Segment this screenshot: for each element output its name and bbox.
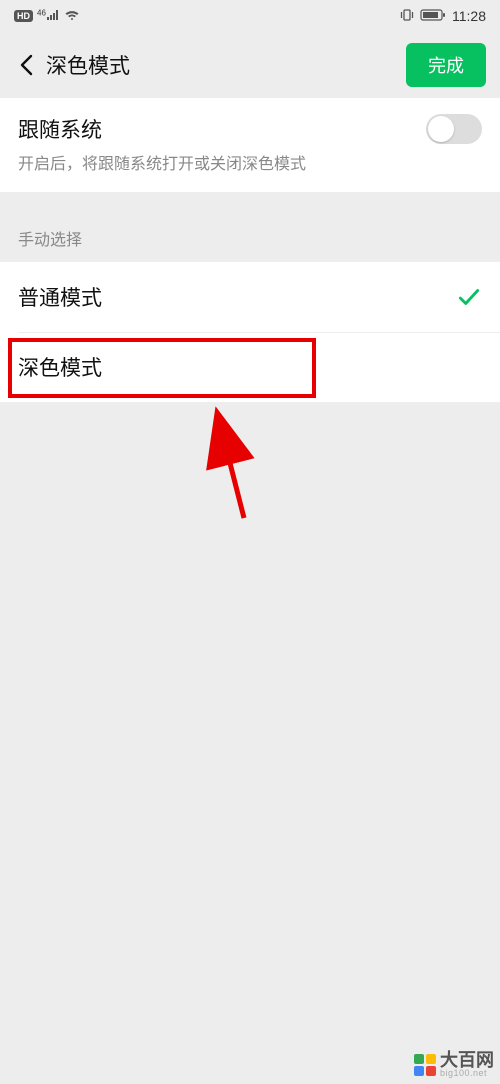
toggle-knob — [428, 116, 454, 142]
check-icon — [456, 284, 482, 310]
manual-select-label: 手动选择 — [0, 206, 500, 262]
option-label: 深色模式 — [18, 352, 102, 382]
option-dark-mode[interactable]: 深色模式 — [0, 332, 500, 402]
status-bar: HD 46 11:28 — [0, 0, 500, 32]
battery-icon — [420, 8, 446, 24]
hd-icon: HD — [14, 10, 33, 22]
follow-system-toggle[interactable] — [426, 114, 482, 144]
vibrate-icon — [400, 8, 414, 25]
back-button[interactable] — [12, 51, 40, 79]
status-time: 11:28 — [452, 8, 486, 24]
option-label: 普通模式 — [18, 282, 102, 312]
follow-system-row: 跟随系统 — [0, 98, 500, 144]
option-normal-mode[interactable]: 普通模式 — [0, 262, 500, 332]
watermark-logo-icon — [414, 1054, 436, 1076]
follow-system-description: 开启后，将跟随系统打开或关闭深色模式 — [0, 144, 500, 192]
follow-system-section: 跟随系统 开启后，将跟随系统打开或关闭深色模式 — [0, 98, 500, 192]
wifi-icon — [64, 8, 80, 24]
watermark: 大百网 big100.net — [414, 1051, 494, 1078]
settings-header: 深色模式 完成 — [0, 32, 500, 98]
chevron-left-icon — [19, 54, 33, 76]
follow-system-title: 跟随系统 — [18, 114, 102, 144]
done-button[interactable]: 完成 — [406, 43, 486, 87]
network-indicator: 46 — [37, 8, 60, 24]
page-title: 深色模式 — [46, 50, 130, 80]
status-left: HD 46 — [14, 8, 80, 24]
watermark-text: 大百网 big100.net — [440, 1051, 494, 1078]
status-right: 11:28 — [400, 8, 486, 25]
section-divider — [0, 192, 500, 206]
